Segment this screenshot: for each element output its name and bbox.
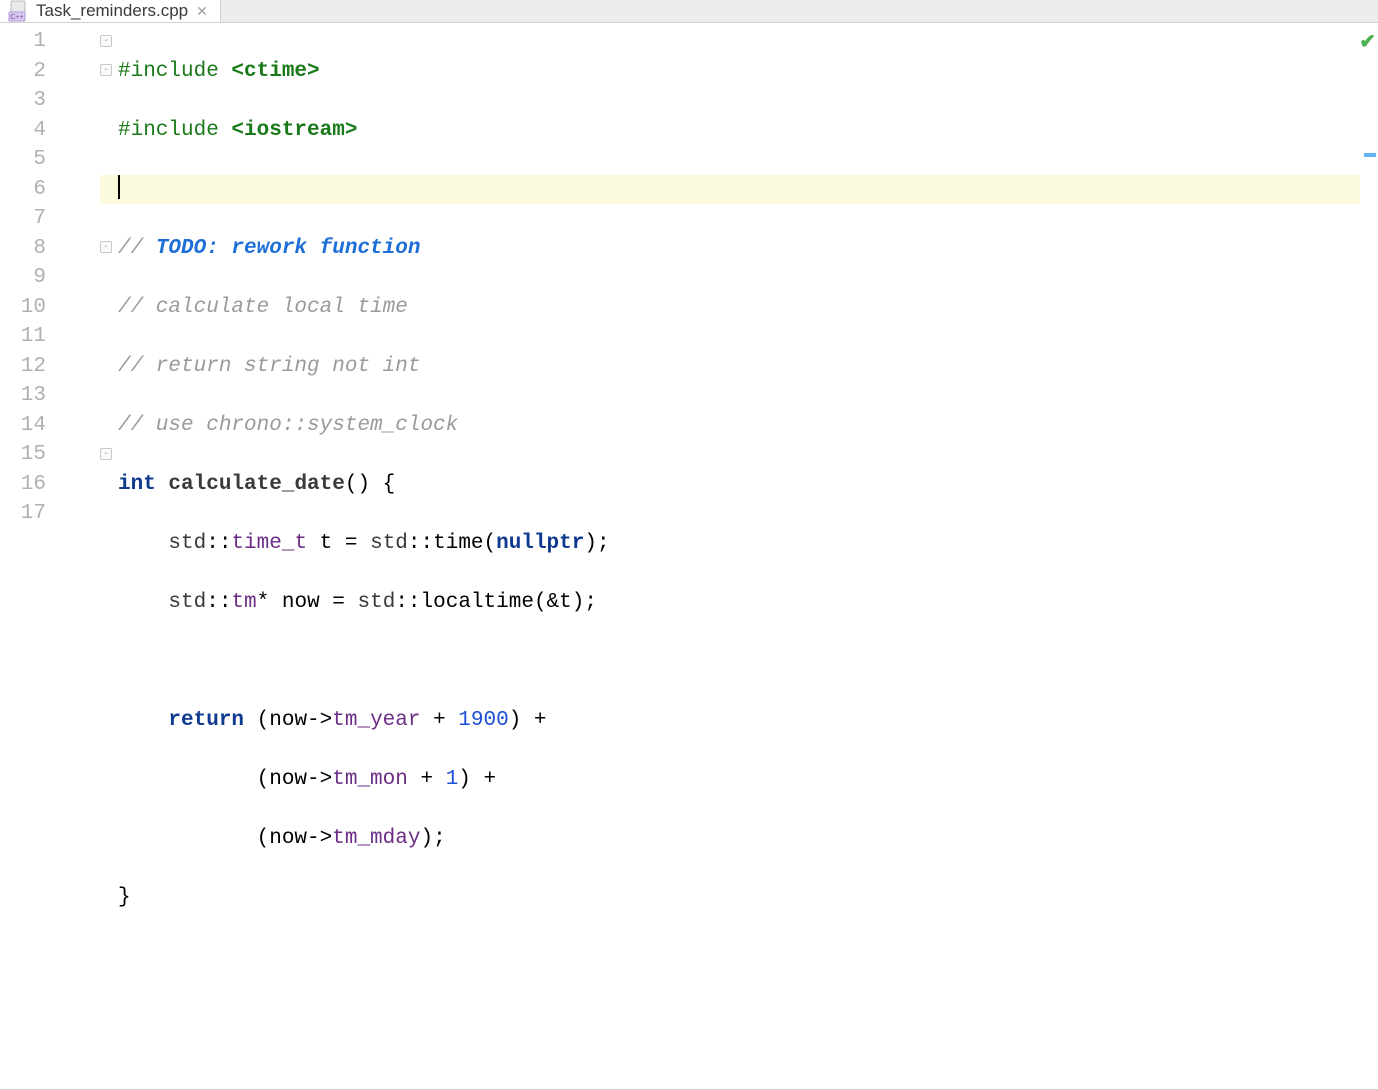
code-line[interactable]: // use chrono::system_clock (118, 411, 1378, 441)
member: tm_year (332, 709, 420, 732)
code-line[interactable]: // return string not int (118, 352, 1378, 382)
namespace: std (370, 532, 408, 555)
code-line[interactable] (118, 647, 1378, 677)
text-caret (118, 175, 120, 199)
code-text: } (118, 886, 131, 909)
code-line[interactable]: (now->tm_mday); (118, 824, 1378, 854)
member: tm_mday (332, 827, 420, 850)
code-line[interactable]: std::tm* now = std::localtime(&t); (118, 588, 1378, 618)
namespace: std (168, 532, 206, 555)
keyword: return (168, 709, 244, 732)
comment: // (118, 237, 156, 260)
type: time_t (231, 532, 307, 555)
include-directive: #include (118, 119, 231, 142)
line-number: 2 (0, 57, 100, 87)
inspection-ok-icon[interactable]: ✔ (1359, 29, 1376, 54)
code-line[interactable]: #include <iostream> (118, 116, 1378, 146)
function-name: calculate_date (168, 473, 344, 496)
number: 1 (446, 768, 459, 791)
code-line[interactable]: // calculate local time (118, 293, 1378, 323)
code-text: () { (345, 473, 395, 496)
number: 1900 (458, 709, 508, 732)
line-number: 11 (0, 322, 100, 352)
type: tm (231, 591, 256, 614)
code-line[interactable]: std::time_t t = std::time(nullptr); (118, 529, 1378, 559)
tab-bar: C++ Task_reminders.cpp ✕ (0, 0, 1378, 23)
line-number: 7 (0, 204, 100, 234)
error-stripe[interactable]: ✔ (1360, 23, 1378, 1089)
line-number: 9 (0, 263, 100, 293)
line-number: 17 (0, 499, 100, 529)
line-number: 13 (0, 381, 100, 411)
line-number: 14 (0, 411, 100, 441)
code-area[interactable]: #include <ctime> #include <iostream> // … (100, 23, 1378, 1089)
code-line[interactable]: return (now->tm_year + 1900) + (118, 706, 1378, 736)
tab-filename: Task_reminders.cpp (36, 1, 188, 21)
line-number: 6 (0, 175, 100, 205)
svg-text:C++: C++ (10, 14, 23, 21)
code-line[interactable]: int calculate_date() { (118, 470, 1378, 500)
call: localtime(&t); (421, 591, 597, 614)
comment: // return string not int (118, 355, 420, 378)
member: tm_mon (332, 768, 408, 791)
editor[interactable]: 1 2 3 4 5 6 7 8 9 10 11 12 13 14 15 16 1… (0, 23, 1378, 1090)
comment: // calculate local time (118, 296, 408, 319)
code-line[interactable]: #include <ctime> (118, 57, 1378, 87)
include-header: <ctime> (231, 60, 319, 83)
code-line[interactable]: // TODO: rework function (118, 234, 1378, 264)
line-number: 3 (0, 86, 100, 116)
code-line[interactable] (118, 942, 1378, 972)
include-directive: #include (118, 60, 231, 83)
file-tab[interactable]: C++ Task_reminders.cpp ✕ (0, 0, 221, 22)
code-line[interactable]: (now->tm_mon + 1) + (118, 765, 1378, 795)
line-number: 16 (0, 470, 100, 500)
line-number-gutter: 1 2 3 4 5 6 7 8 9 10 11 12 13 14 15 16 1… (0, 23, 100, 1089)
keyword: int (118, 473, 156, 496)
close-tab-icon[interactable]: ✕ (194, 3, 210, 20)
comment: // use chrono::system_clock (118, 414, 458, 437)
namespace: std (358, 591, 396, 614)
line-number: 10 (0, 293, 100, 323)
code-line-current[interactable] (100, 175, 1378, 205)
cpp-file-icon: C++ (8, 0, 30, 22)
code-line[interactable] (118, 1001, 1378, 1031)
line-number: 1 (0, 27, 100, 57)
warning-marker[interactable] (1364, 153, 1376, 157)
include-header: <iostream> (231, 119, 357, 142)
line-number: 8 (0, 234, 100, 264)
call: time( (433, 532, 496, 555)
line-number: 15 (0, 440, 100, 470)
line-number: 4 (0, 116, 100, 146)
namespace: std (168, 591, 206, 614)
line-number: 5 (0, 145, 100, 175)
keyword: nullptr (496, 532, 584, 555)
line-number: 12 (0, 352, 100, 382)
todo-comment: TODO: rework function (156, 237, 421, 260)
